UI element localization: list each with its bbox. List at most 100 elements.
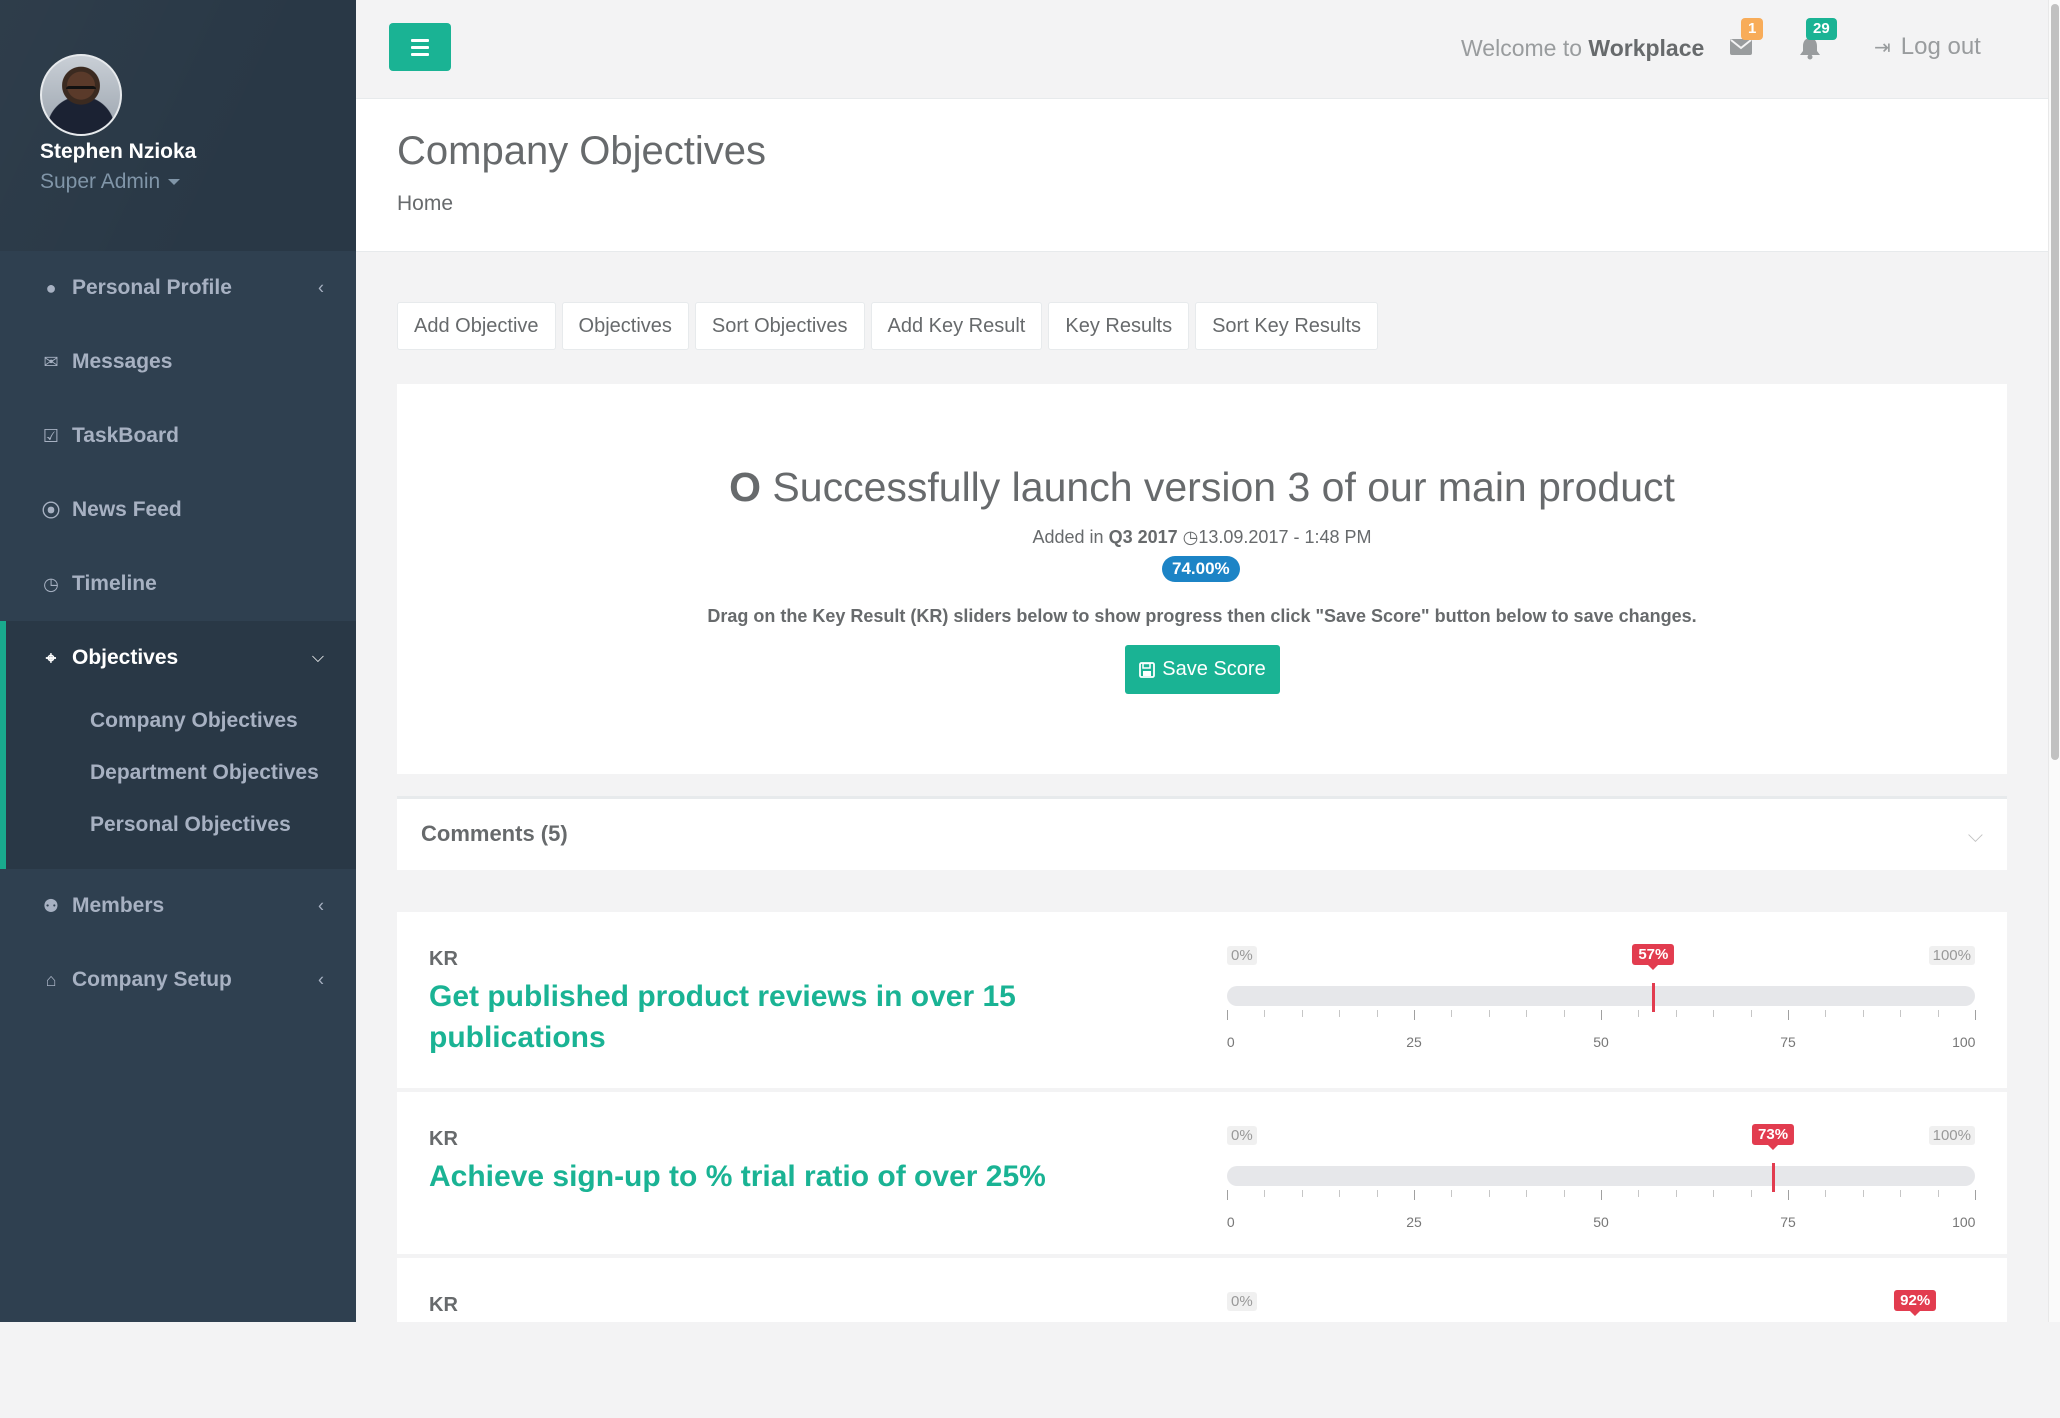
subnav-item-department-objectives[interactable]: Department Objectives [40,747,356,799]
comments-title: Comments (5) [421,821,568,846]
chevron-down-icon[interactable]: ⌵ [1968,825,1983,848]
slider-tick [1713,1190,1715,1197]
breadcrumb-home[interactable]: Home [397,192,453,216]
kr-tag: KR [429,1294,458,1316]
tick-label: 75 [1780,1034,1796,1050]
slider-tick [1227,1190,1228,1200]
slider-tick [1675,1190,1677,1197]
slider-tick [1526,1190,1528,1197]
profile-panel: Stephen Nzioka Super Admin [0,0,356,251]
objectives-button[interactable]: Objectives [561,302,689,350]
slider-tick [1975,1190,1976,1200]
key-results-button[interactable]: Key Results [1048,302,1190,350]
sort-objectives-button[interactable]: Sort Objectives [694,302,865,350]
slider-tick [1750,1190,1752,1197]
sidebar-item-members[interactable]: ⚉ Members ‹ [0,869,356,943]
subnav-item-personal-objectives[interactable]: Personal Objectives [40,799,356,851]
sidebar-item-taskboard[interactable]: ☑ TaskBoard [0,399,356,473]
objective-prefix: O [729,464,762,510]
sort-key-results-button[interactable]: Sort Key Results [1195,302,1379,350]
slider-tick [1526,1010,1528,1017]
logout-button[interactable]: ⇥ Log out [1874,33,1981,61]
slider-tick [1414,1010,1415,1020]
slider-tick [1862,1010,1864,1017]
objectives-subnav: Company Objectives Department Objectives… [40,695,356,869]
slider-tick [1900,1190,1902,1197]
sidebar-item-personal-profile[interactable]: ● Personal Profile ‹ [0,251,356,325]
tick-label: 100 [1952,1214,1976,1230]
slider-value-flag: 73% [1752,1124,1795,1150]
save-score-button[interactable]: Save Score [1125,645,1280,694]
added-label: Added in [1032,527,1104,547]
slider-tick [1638,1190,1640,1197]
slider-tick [1488,1010,1490,1017]
slider-tick [1376,1190,1378,1197]
slider-tick [1825,1010,1827,1017]
slider-handle[interactable] [1772,1163,1776,1192]
sidebar-item-company-setup[interactable]: ⌂ Company Setup ‹ [0,943,356,1017]
page-scrollbar[interactable] [2048,0,2060,1322]
sidebar-nav: ● Personal Profile ‹ ✉ Messages ☑ TaskBo… [0,251,356,1017]
sidebar-item-news-feed[interactable]: ⦿ News Feed [0,473,356,547]
scrollbar-thumb[interactable] [2051,4,2059,760]
comments-panel[interactable]: Comments (5) ⌵ [397,796,2007,870]
slider-tick [1414,1190,1415,1200]
slider-tick [1862,1190,1864,1197]
sidebar-item-label: Timeline [72,572,157,595]
user-role-dropdown[interactable]: Super Admin [40,170,181,194]
slider-tick [1301,1010,1303,1017]
kr-slider[interactable]: 0% 92% [1227,1258,1975,1418]
kr-title[interactable]: Achieve sign-up to % trial ratio of over… [429,1156,1049,1197]
slider-tick [1451,1190,1453,1197]
menu-toggle-button[interactable] [389,23,451,71]
chevron-down-icon: ⌵ [311,649,324,666]
slider-tick [1339,1190,1341,1197]
tick-label: 50 [1593,1034,1609,1050]
slider-tick [1825,1190,1827,1197]
objective-datetime: 13.09.2017 - 1:48 PM [1198,527,1372,547]
key-result-row: KR 0% 92% [397,1258,2007,1322]
slider-track[interactable] [1227,986,1975,1006]
slider-handle[interactable] [1652,983,1656,1012]
slider-tick [1788,1190,1789,1200]
slider-tick [1675,1010,1677,1017]
sidebar-item-objectives-header[interactable]: ⌖ Objectives ⌵ [40,621,356,695]
kr-title[interactable]: Get published product reviews in over 15… [429,976,1049,1058]
objective-panel: O Successfully launch version 3 of our m… [397,384,2007,774]
avatar[interactable] [40,54,122,136]
objective-meta: Added in Q3 2017 ◷13.09.2017 - 1:48 PM [397,527,2007,548]
kr-slider[interactable]: 0% 100% 0 25 50 75 100 57% [1226,912,1976,1072]
slider-tick [1301,1190,1303,1197]
kr-slider[interactable]: 0% 100% 0 25 50 75 100 73% [1227,1092,1976,1252]
slider-tick [1713,1010,1715,1017]
tick-label: 0 [1226,1034,1235,1050]
sign-out-icon: ⇥ [1874,37,1891,59]
users-icon: ⚉ [42,895,60,916]
objective-score-badge: 74.00% [1162,556,1240,582]
sidebar-item-timeline[interactable]: ◷ Timeline [0,547,356,621]
slider-tick [1488,1190,1490,1197]
slider-ticks [1227,1190,1976,1200]
sidebar-item-objectives: ⌖ Objectives ⌵ Company Objectives Depart… [0,621,356,869]
caret-down-icon [168,179,181,186]
chevron-left-icon: ‹ [318,895,324,916]
notifications-count-badge: 29 [1806,18,1837,40]
slider-tick [1601,1190,1602,1200]
add-key-result-button[interactable]: Add Key Result [870,302,1043,350]
chevron-left-icon: ‹ [318,969,324,990]
notifications-button[interactable]: 29 [1799,18,1837,65]
user-icon: ● [45,277,57,298]
messages-button[interactable]: 1 [1729,18,1764,63]
sidebar-item-label: Objectives [72,646,179,669]
slider-tick [1975,1010,1976,1020]
slider-track[interactable] [1227,1166,1975,1186]
slider-tick [1376,1010,1378,1017]
subnav-item-company-objectives[interactable]: Company Objectives [40,695,356,747]
kr-tag: KR [429,1128,458,1150]
add-objective-button[interactable]: Add Objective [397,302,556,350]
slider-tick [1339,1010,1341,1017]
sidebar-item-label: Personal Profile [72,276,232,299]
sidebar-item-messages[interactable]: ✉ Messages [0,325,356,399]
sidebar-item-label: Messages [72,350,173,373]
tick-label: 50 [1593,1214,1609,1230]
